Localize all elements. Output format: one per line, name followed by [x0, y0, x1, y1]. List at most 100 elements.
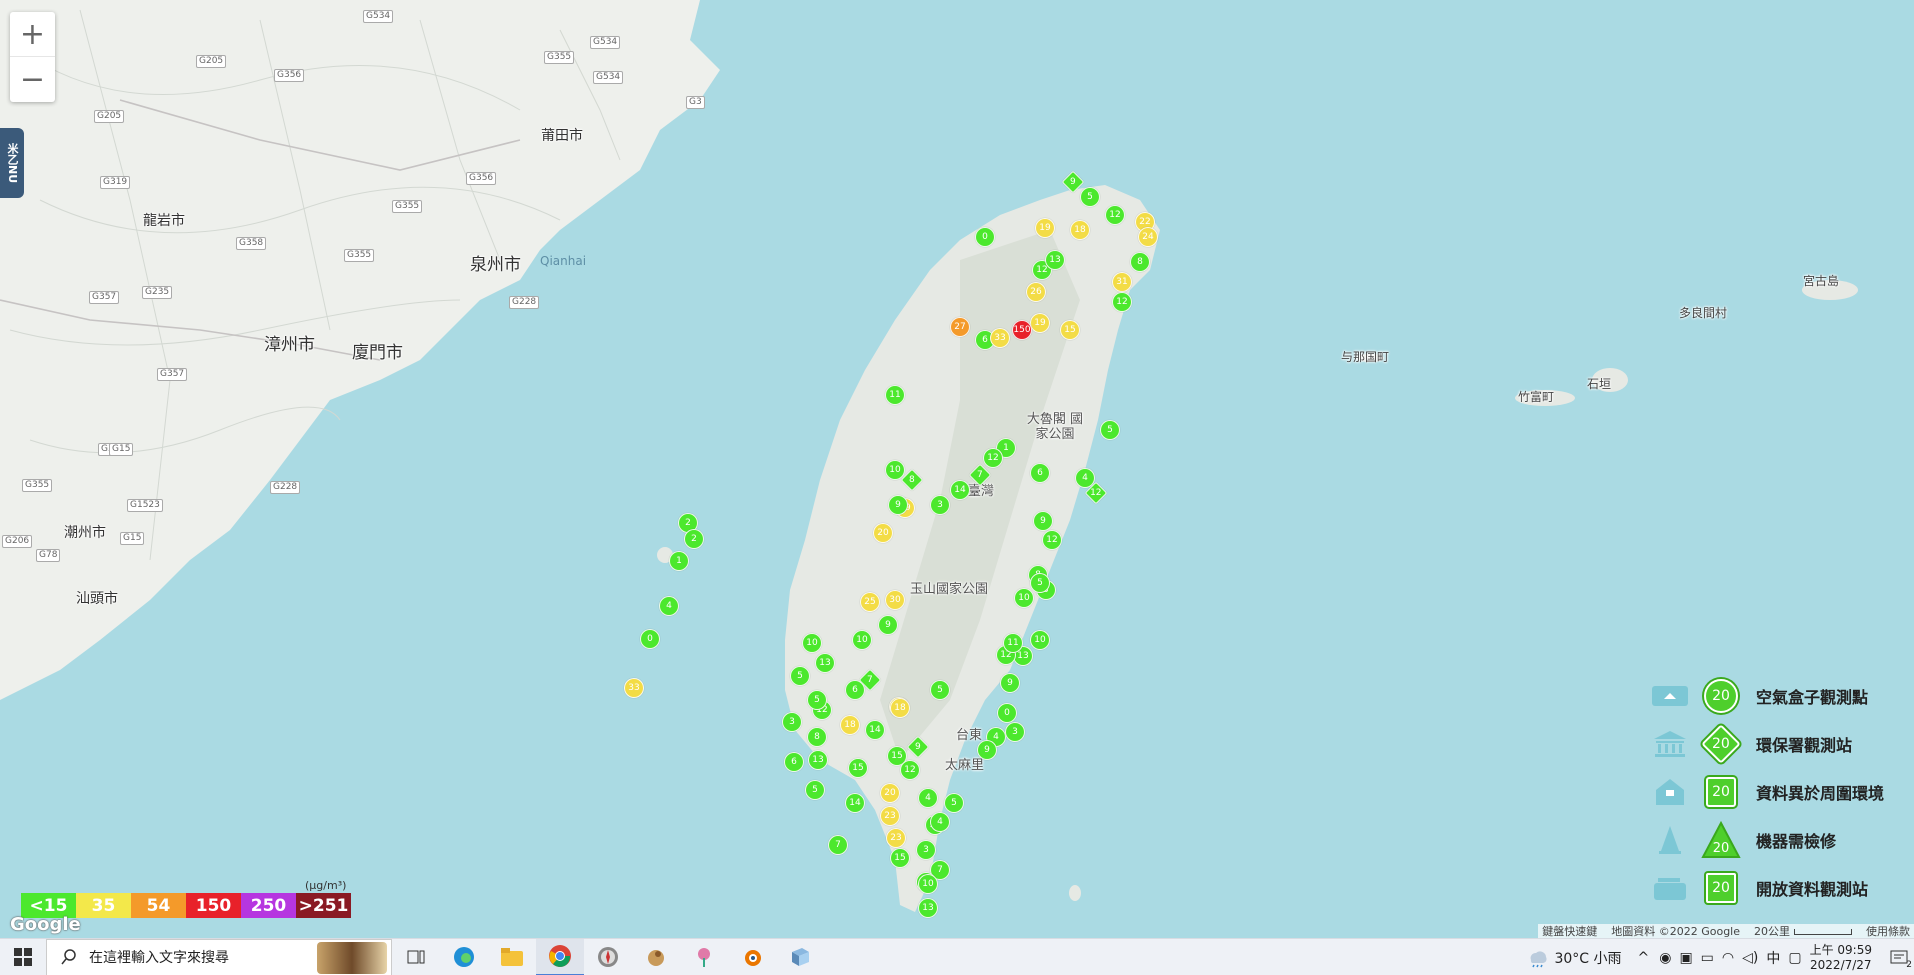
air-quality-marker[interactable]: 12	[1042, 530, 1062, 550]
taskbar-search-box[interactable]: 在這裡輸入文字來搜尋	[46, 938, 392, 975]
air-quality-marker[interactable]: 2	[684, 529, 704, 549]
air-quality-marker[interactable]: 9	[1061, 170, 1085, 194]
air-quality-marker[interactable]: 10	[918, 874, 938, 894]
air-quality-marker[interactable]: 12	[900, 760, 920, 780]
air-quality-marker[interactable]: 5	[807, 690, 827, 710]
air-quality-marker[interactable]: 3	[1005, 722, 1025, 742]
scale-bar[interactable]: 20公里	[1754, 923, 1852, 939]
air-quality-marker[interactable]: 20	[880, 783, 900, 803]
air-quality-marker[interactable]: 0	[975, 227, 995, 247]
air-quality-marker[interactable]: 12	[1112, 292, 1132, 312]
air-quality-marker[interactable]: 3	[916, 840, 936, 860]
air-quality-marker[interactable]: 14	[845, 793, 865, 813]
chevron-up-icon[interactable]: ^	[1637, 950, 1649, 966]
air-quality-marker[interactable]: 24	[1138, 227, 1158, 247]
map-canvas[interactable]: 莆田市 龍岩市 泉州市 Qianhai 漳州市 廈門市 潮州市 汕頭市 大魯閣 …	[0, 0, 1914, 938]
app-flower-icon[interactable]	[680, 939, 728, 975]
battery-icon[interactable]: ▭	[1701, 950, 1714, 966]
air-quality-marker[interactable]: 6	[1030, 463, 1050, 483]
volume-icon[interactable]: ◁)	[1742, 950, 1758, 966]
air-quality-marker[interactable]: 4	[918, 788, 938, 808]
air-quality-marker[interactable]: 19	[1030, 313, 1050, 333]
air-quality-marker[interactable]: 1	[669, 551, 689, 571]
air-quality-marker[interactable]: 6	[784, 752, 804, 772]
air-quality-marker[interactable]: 8	[807, 727, 827, 747]
air-quality-marker[interactable]: 9	[878, 615, 898, 635]
air-quality-marker[interactable]: 8	[1130, 252, 1150, 272]
air-quality-marker[interactable]: 12	[1105, 205, 1125, 225]
air-quality-marker[interactable]: 19	[1035, 218, 1055, 238]
air-quality-marker[interactable]: 30	[885, 590, 905, 610]
air-quality-marker[interactable]: 4	[930, 812, 950, 832]
zoom-in-button[interactable]: +	[10, 12, 55, 57]
air-quality-marker[interactable]: 5	[944, 793, 964, 813]
chrome-icon[interactable]	[536, 938, 584, 975]
air-quality-marker[interactable]: 31	[1112, 272, 1132, 292]
air-quality-marker[interactable]: 13	[808, 750, 828, 770]
air-quality-marker[interactable]: 23	[886, 828, 906, 848]
air-quality-marker[interactable]: 14	[865, 720, 885, 740]
side-panel-tab[interactable]: 米乙NU	[0, 128, 24, 198]
air-quality-marker[interactable]: 33	[990, 328, 1010, 348]
air-quality-marker[interactable]: 13	[1045, 250, 1065, 270]
app-box-icon[interactable]	[776, 939, 824, 975]
air-quality-marker[interactable]: 10	[802, 633, 822, 653]
air-quality-marker[interactable]: 0	[997, 703, 1017, 723]
air-quality-marker[interactable]: 4	[659, 596, 679, 616]
air-quality-marker[interactable]: 18	[890, 698, 910, 718]
edge-icon[interactable]	[440, 939, 488, 975]
wifi-icon[interactable]: ◠	[1722, 950, 1734, 966]
air-quality-marker[interactable]: 5	[1080, 187, 1100, 207]
air-quality-marker[interactable]: 18	[840, 715, 860, 735]
air-quality-marker[interactable]: 25	[860, 592, 880, 612]
air-quality-marker[interactable]: 5	[790, 666, 810, 686]
windows-start-icon[interactable]	[0, 939, 46, 975]
air-quality-marker[interactable]: 5	[805, 780, 825, 800]
search-highlight-image[interactable]	[317, 941, 387, 974]
air-quality-marker[interactable]: 6	[845, 680, 865, 700]
ime-indicator[interactable]: 中	[1766, 948, 1780, 968]
clock[interactable]: 上午 09:59 2022/7/27	[1810, 943, 1872, 973]
air-quality-marker[interactable]: 9	[906, 735, 930, 759]
task-view-icon[interactable]	[392, 939, 440, 975]
air-quality-marker[interactable]: 9	[1033, 511, 1053, 531]
terms-link[interactable]: 使用條款	[1866, 923, 1910, 939]
air-quality-marker[interactable]: 9	[1000, 673, 1020, 693]
air-quality-marker[interactable]: 9	[888, 495, 908, 515]
file-explorer-icon[interactable]	[488, 939, 536, 975]
keyboard-shortcuts-link[interactable]: 鍵盤快速鍵	[1542, 923, 1597, 939]
air-quality-marker[interactable]: 11	[1003, 633, 1023, 653]
air-quality-marker[interactable]: 5	[930, 680, 950, 700]
air-quality-marker[interactable]: 23	[880, 806, 900, 826]
air-quality-marker[interactable]: 3	[782, 712, 802, 732]
air-quality-marker[interactable]: 15	[848, 758, 868, 778]
air-quality-marker[interactable]: 20	[873, 523, 893, 543]
record-icon[interactable]: ◉	[1659, 950, 1671, 966]
air-quality-marker[interactable]: 33	[624, 678, 644, 698]
air-quality-marker[interactable]: 7	[828, 835, 848, 855]
tray-app-icon[interactable]: ▣	[1679, 950, 1692, 966]
weather-text[interactable]: 30°C 小雨	[1554, 948, 1621, 968]
air-quality-marker[interactable]: 5	[1030, 573, 1050, 593]
air-quality-marker[interactable]: 18	[1070, 220, 1090, 240]
air-quality-marker[interactable]: 150	[1012, 320, 1032, 340]
air-quality-marker[interactable]: 9	[977, 740, 997, 760]
air-quality-marker[interactable]: 3	[930, 495, 950, 515]
ime-mode-icon[interactable]: ▢	[1788, 950, 1801, 966]
blender-icon[interactable]	[728, 939, 776, 975]
air-quality-marker[interactable]: 11	[885, 385, 905, 405]
air-quality-marker[interactable]: 15	[890, 848, 910, 868]
air-quality-marker[interactable]: 13	[815, 653, 835, 673]
air-quality-marker[interactable]: 12	[983, 448, 1003, 468]
air-quality-marker[interactable]: 0	[640, 629, 660, 649]
air-quality-marker[interactable]: 10	[1030, 630, 1050, 650]
air-quality-marker[interactable]: 26	[1026, 282, 1046, 302]
air-quality-marker[interactable]: 27	[950, 317, 970, 337]
notification-icon[interactable]: 2	[1884, 939, 1914, 975]
air-quality-marker[interactable]: 10	[852, 630, 872, 650]
app-compass-icon[interactable]	[584, 939, 632, 975]
air-quality-marker[interactable]: 10	[885, 460, 905, 480]
google-logo[interactable]: Google	[10, 914, 81, 935]
zoom-out-button[interactable]: −	[10, 57, 55, 102]
app-bird-icon[interactable]	[632, 939, 680, 975]
